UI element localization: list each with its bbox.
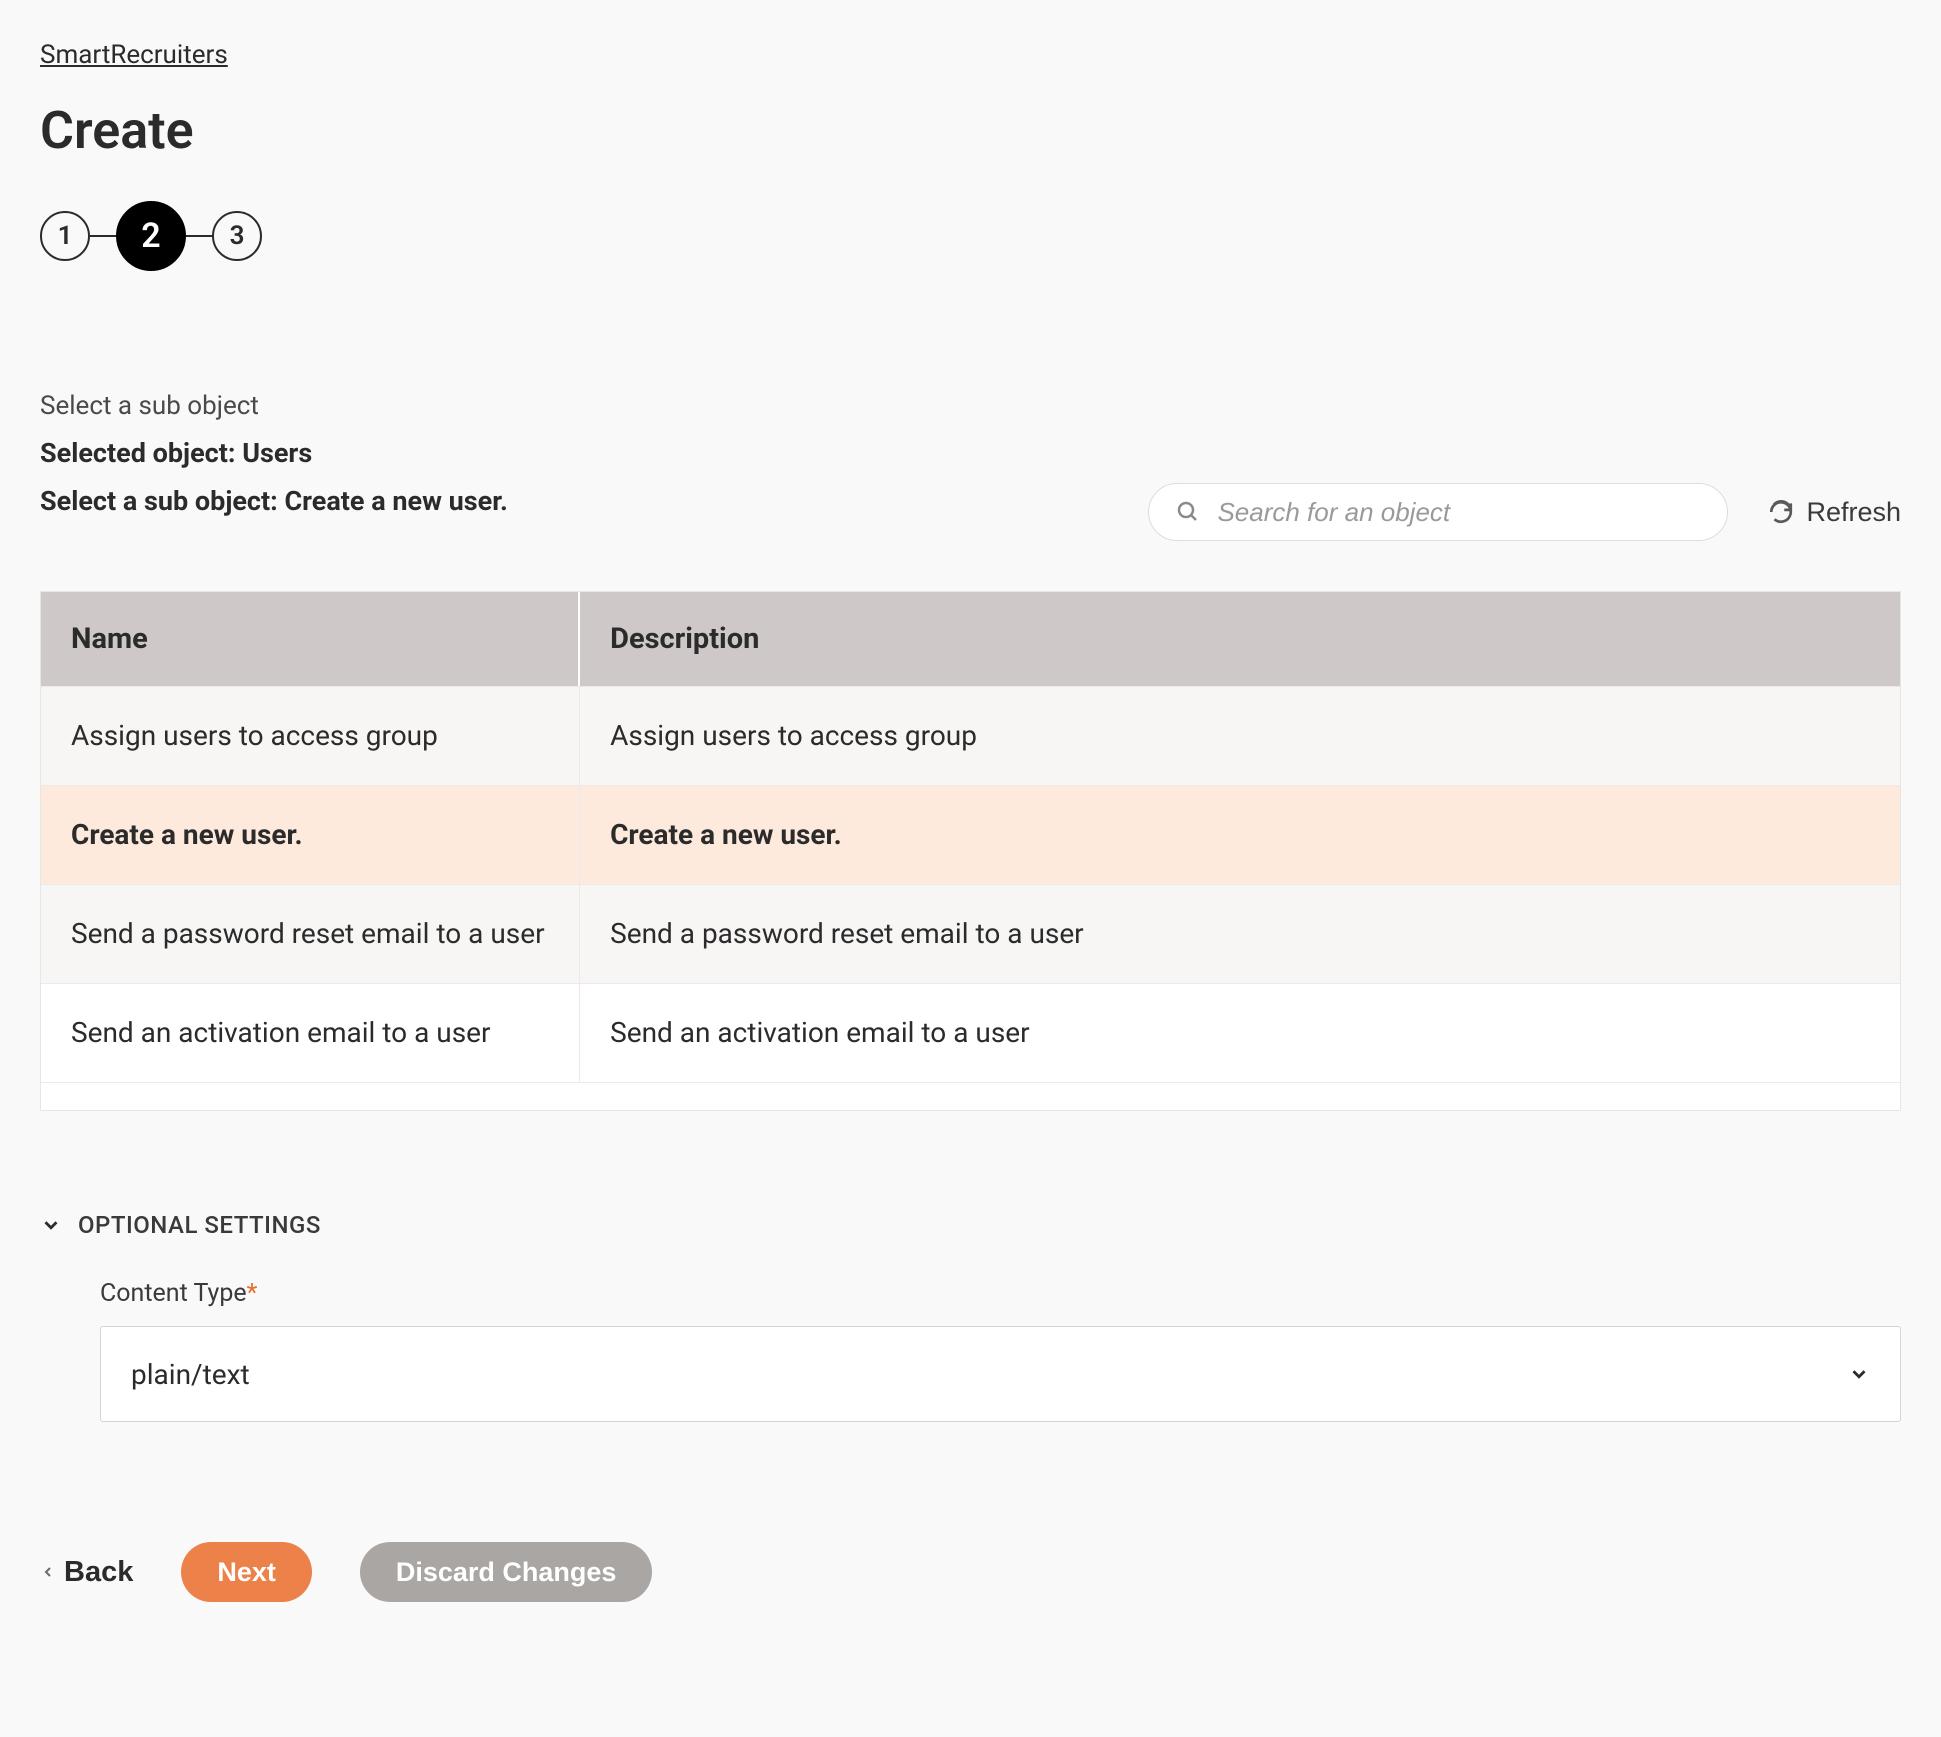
- table-cell-description: Send a password reset email to a user: [580, 885, 1900, 983]
- table-cell-name: Send a password reset email to a user: [41, 885, 580, 983]
- table-cell-name: Assign users to access group: [41, 687, 580, 785]
- selected-object-value: Users: [242, 437, 312, 469]
- search-icon: [1176, 500, 1200, 524]
- required-asterisk: *: [247, 1279, 258, 1308]
- discard-changes-button[interactable]: Discard Changes: [360, 1542, 653, 1602]
- chevron-down-icon: [1848, 1363, 1870, 1385]
- optional-settings-toggle[interactable]: OPTIONAL SETTINGS: [40, 1211, 1901, 1239]
- table-cell-description: Send an activation email to a user: [580, 984, 1900, 1082]
- sub-object-value: Create a new user.: [284, 485, 507, 517]
- table-header-name: Name: [41, 592, 580, 686]
- content-type-value: plain/text: [131, 1358, 250, 1391]
- content-type-select[interactable]: plain/text: [100, 1326, 1901, 1422]
- step-connector: [186, 235, 212, 237]
- table-header: Name Description: [41, 592, 1900, 686]
- chevron-down-icon: [40, 1214, 62, 1236]
- table-cell-description: Assign users to access group: [580, 687, 1900, 785]
- table-cell-name: Create a new user.: [41, 786, 580, 884]
- table-header-description: Description: [580, 592, 1900, 686]
- refresh-button[interactable]: Refresh: [1768, 497, 1901, 528]
- table-row[interactable]: Send a password reset email to a user Se…: [41, 884, 1900, 983]
- step-connector: [90, 235, 116, 237]
- content-type-label: Content Type*: [100, 1279, 1901, 1308]
- table-row[interactable]: Create a new user. Create a new user.: [41, 785, 1900, 884]
- section-label: Select a sub object: [40, 391, 1901, 421]
- selected-object-prefix: Selected object:: [40, 437, 242, 469]
- refresh-icon: [1768, 499, 1794, 525]
- back-button[interactable]: Back: [40, 1556, 133, 1589]
- step-2[interactable]: 2: [116, 201, 186, 271]
- table-cell-name: Send an activation email to a user: [41, 984, 580, 1082]
- table-footer: [41, 1082, 1900, 1110]
- back-label: Back: [64, 1556, 133, 1589]
- stepper: 1 2 3: [40, 201, 1901, 271]
- step-1[interactable]: 1: [40, 211, 90, 261]
- chevron-left-icon: [40, 1560, 56, 1584]
- page-title: Create: [40, 100, 1901, 161]
- selected-object-line: Selected object: Users: [40, 437, 1901, 469]
- sub-object-table: Name Description Assign users to access …: [40, 591, 1901, 1111]
- content-type-label-text: Content Type: [100, 1279, 247, 1308]
- table-row[interactable]: Assign users to access group Assign user…: [41, 686, 1900, 785]
- search-container: [1148, 483, 1728, 541]
- refresh-label: Refresh: [1806, 497, 1901, 528]
- next-button[interactable]: Next: [181, 1542, 312, 1602]
- breadcrumb-link[interactable]: SmartRecruiters: [40, 40, 228, 70]
- search-input[interactable]: [1148, 483, 1728, 541]
- table-cell-description: Create a new user.: [580, 786, 1900, 884]
- step-3[interactable]: 3: [212, 211, 262, 261]
- table-row[interactable]: Send an activation email to a user Send …: [41, 983, 1900, 1082]
- optional-settings-title: OPTIONAL SETTINGS: [78, 1211, 321, 1239]
- sub-object-prefix: Select a sub object:: [40, 485, 284, 517]
